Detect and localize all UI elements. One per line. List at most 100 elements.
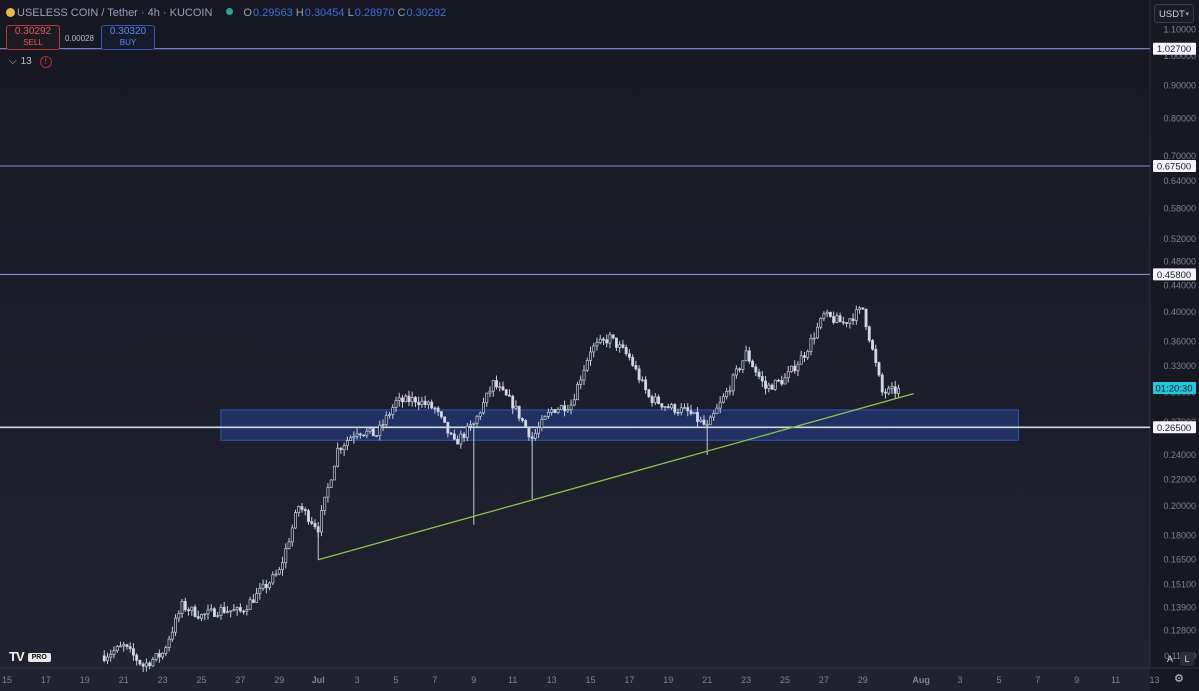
- candle-body: [644, 379, 648, 391]
- candle-body: [106, 656, 109, 662]
- candle-body: [647, 389, 651, 397]
- candle-body: [297, 506, 301, 513]
- candle-body: [452, 433, 456, 440]
- candle-body: [469, 424, 473, 427]
- candle-body: [751, 360, 755, 368]
- candle-body: [294, 512, 297, 529]
- candle-body: [841, 321, 845, 324]
- candle-body: [887, 387, 891, 394]
- candle-body: [371, 428, 375, 437]
- chart-stage[interactable]: 1.10000 1.00000 0.90000 0.80000 0.70000 0.640…: [0, 0, 1199, 691]
- candle-body: [877, 362, 881, 376]
- candle-body: [897, 387, 900, 394]
- x-tick-label: 9: [1074, 675, 1079, 685]
- candle-body: [608, 334, 612, 344]
- candle-body: [790, 365, 793, 372]
- candle-body: [109, 653, 113, 658]
- buy-button[interactable]: 0.30320 BUY: [101, 25, 155, 50]
- candle-body: [527, 426, 531, 438]
- candle-body: [815, 326, 819, 339]
- candle-body: [183, 601, 187, 611]
- candle-body: [670, 404, 673, 409]
- y-tick-label: 1.10000: [1163, 25, 1196, 35]
- x-tick-label: 23: [741, 675, 751, 685]
- currency-select[interactable]: USDT ▾: [1154, 4, 1194, 23]
- candle-body: [566, 409, 570, 412]
- candle-body: [284, 548, 288, 564]
- gear-icon[interactable]: ⚙: [1174, 672, 1184, 685]
- candle-body: [433, 407, 437, 410]
- ohlc-close: 0.30292: [406, 7, 447, 19]
- candle-body: [838, 315, 842, 323]
- x-tick-label: 15: [2, 675, 12, 685]
- candle-body: [585, 360, 589, 371]
- candle-body: [238, 607, 242, 612]
- candle-body: [631, 356, 635, 366]
- candle-body: [417, 401, 421, 406]
- candle-body: [410, 397, 414, 403]
- candle-body: [482, 402, 485, 414]
- y-tick-label: 0.12800: [1163, 626, 1196, 636]
- candle-body: [563, 405, 567, 412]
- support-zone: [220, 409, 1019, 441]
- candle-body: [686, 407, 690, 412]
- level-price-label: 1.02700: [1157, 44, 1191, 55]
- candle-body: [540, 419, 544, 428]
- candle-body: [832, 316, 836, 323]
- auto-scale-button[interactable]: A: [1163, 652, 1177, 666]
- candle-body: [514, 405, 518, 409]
- candle-body: [443, 416, 447, 423]
- candle-body: [679, 407, 683, 413]
- candle-body: [734, 368, 738, 376]
- candle-body: [128, 646, 132, 650]
- symbol-header: USELESS COIN / Tether · 4h · KUCOIN O0.29…: [6, 7, 446, 19]
- candle-body: [605, 339, 609, 344]
- log-scale-button[interactable]: L: [1180, 652, 1194, 666]
- candle-body: [216, 615, 220, 617]
- candle-body: [705, 423, 709, 426]
- candle-body: [627, 353, 631, 358]
- candle-body: [517, 405, 521, 419]
- candle-body: [300, 506, 304, 510]
- sell-button[interactable]: 0.30292 SELL: [6, 25, 60, 50]
- x-tick-label: 13: [547, 675, 557, 685]
- candle-body: [764, 380, 768, 389]
- chevron-down-icon: ⌵: [9, 56, 17, 67]
- x-tick-label: 19: [663, 675, 673, 685]
- y-tick-label: 0.24000: [1163, 450, 1196, 460]
- x-tick-label: 17: [41, 675, 51, 685]
- candle-body: [520, 418, 524, 421]
- warning-icon[interactable]: !: [39, 56, 52, 68]
- coin-icon: [6, 8, 15, 17]
- candle-body: [822, 313, 826, 319]
- candle-body: [653, 396, 657, 404]
- candle-body: [209, 608, 213, 611]
- candle-body: [144, 662, 148, 667]
- ohlc-readout: O0.29563 H0.30454 L0.28970 C0.30292: [243, 7, 447, 19]
- candle-body: [715, 407, 719, 414]
- candle-body: [572, 399, 576, 406]
- candle-body: [777, 379, 780, 382]
- candle-body: [692, 411, 696, 415]
- candle-body: [744, 350, 748, 362]
- sell-label: SELL: [23, 38, 43, 47]
- candle-body: [640, 379, 644, 382]
- candle-body: [524, 420, 528, 428]
- candle-body: [193, 606, 197, 617]
- candle-body: [394, 400, 398, 408]
- price-chart[interactable]: 1.100001.000000.900000.800000.700000.640…: [0, 0, 1199, 691]
- candle-body: [187, 609, 190, 612]
- candle-body: [414, 397, 417, 403]
- candle-body: [131, 648, 135, 656]
- candle-body: [222, 606, 226, 613]
- candle-body: [867, 326, 871, 341]
- candle-body: [508, 394, 511, 397]
- candle-body: [277, 569, 281, 575]
- candle-body: [148, 662, 152, 667]
- candle-body: [391, 407, 395, 415]
- x-tick-label: 11: [1111, 675, 1120, 685]
- candle-body: [783, 377, 787, 385]
- candle-body: [157, 653, 161, 658]
- indicators-toggle[interactable]: ⌵ 13!: [9, 56, 52, 68]
- ohlc-high: 0.30454: [304, 7, 345, 19]
